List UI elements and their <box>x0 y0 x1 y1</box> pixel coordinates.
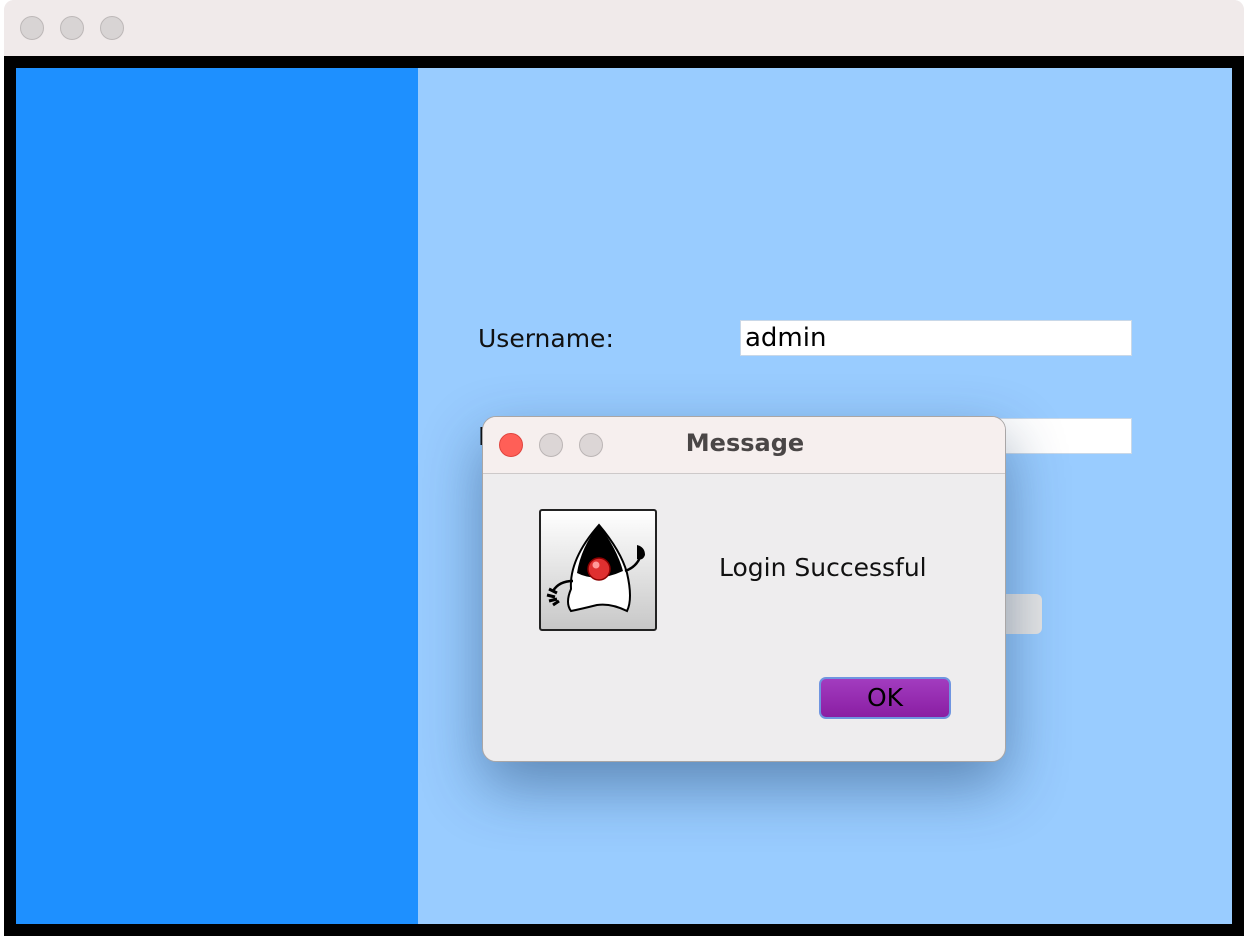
dialog-title: Message <box>685 429 805 457</box>
username-input[interactable]: admin <box>740 320 1132 356</box>
window-titlebar <box>4 0 1244 56</box>
java-duke-icon <box>539 509 657 631</box>
dialog-titlebar: Message <box>483 417 1005 474</box>
ok-button[interactable]: OK <box>819 677 951 719</box>
username-label: Username: <box>478 324 614 353</box>
window-minimize-button[interactable] <box>60 16 84 40</box>
dialog-message: Login Successful <box>719 553 927 582</box>
window-close-button[interactable] <box>20 16 44 40</box>
message-dialog: Message Login Successful OK <box>482 416 1006 762</box>
window-zoom-button[interactable] <box>100 16 124 40</box>
left-panel <box>16 68 418 924</box>
